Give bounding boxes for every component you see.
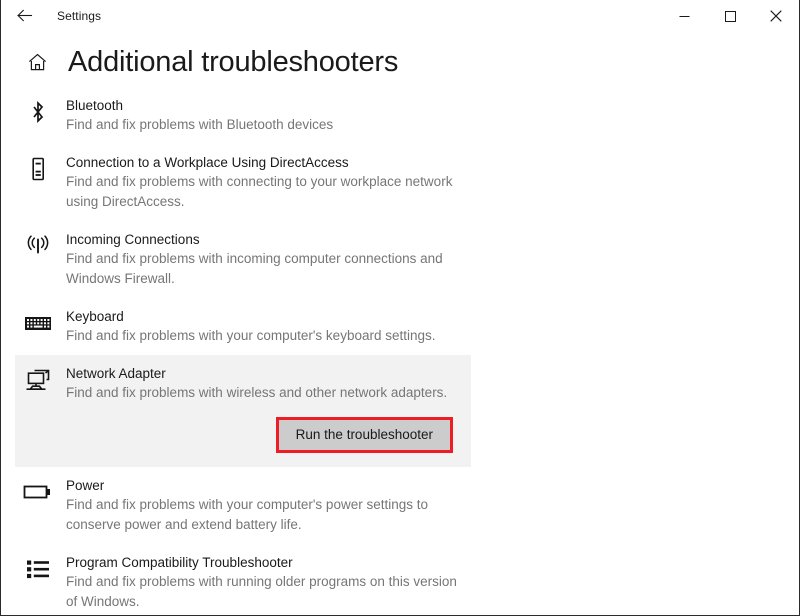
close-button[interactable] <box>753 0 799 32</box>
troubleshooter-text: Incoming Connections Find and fix proble… <box>66 230 461 289</box>
troubleshooter-description: Find and fix problems with connecting to… <box>66 174 453 209</box>
troubleshooter-name: Incoming Connections <box>66 232 200 247</box>
run-the-troubleshooter-button[interactable]: Run the troubleshooter <box>278 420 450 450</box>
title-bar: Settings <box>1 0 799 32</box>
troubleshooter-text: Bluetooth Find and fix problems with Blu… <box>66 96 461 135</box>
troubleshooter-description: Find and fix problems with your computer… <box>66 497 428 532</box>
minimize-icon <box>679 11 690 22</box>
troubleshooter-text: Program Compatibility Troubleshooter Fin… <box>66 553 461 612</box>
troubleshooter-text: Network Adapter Find and fix problems wi… <box>66 364 461 403</box>
program-compatibility-list-icon <box>23 554 53 584</box>
troubleshooter-name: Program Compatibility Troubleshooter <box>66 555 293 570</box>
network-adapter-icon <box>23 365 53 395</box>
troubleshooter-name: Bluetooth <box>66 98 124 113</box>
annotation-highlight-box: Run the troubleshooter <box>275 417 453 453</box>
troubleshooter-item-keyboard[interactable]: Keyboard Find and fix problems with your… <box>1 298 471 355</box>
troubleshooter-item-incoming-connections[interactable]: Incoming Connections Find and fix proble… <box>1 221 471 298</box>
troubleshooter-item-network-adapter[interactable]: Network Adapter Find and fix problems wi… <box>15 355 471 467</box>
troubleshooter-description: Find and fix problems with your computer… <box>66 328 436 343</box>
troubleshooter-description: Find and fix problems with running older… <box>66 574 457 609</box>
caption-controls <box>661 0 799 32</box>
troubleshooter-text: Power Find and fix problems with your co… <box>66 476 461 535</box>
troubleshooter-name: Power <box>66 478 105 493</box>
back-button[interactable] <box>1 0 47 32</box>
troubleshooter-text: Keyboard Find and fix problems with your… <box>66 307 461 346</box>
troubleshooter-item-bluetooth[interactable]: Bluetooth Find and fix problems with Blu… <box>1 87 471 144</box>
page-title: Additional troubleshooters <box>68 46 399 78</box>
troubleshooter-name: Connection to a Workplace Using DirectAc… <box>66 155 349 170</box>
page-header: Additional troubleshooters <box>1 32 799 87</box>
troubleshooter-description: Find and fix problems with incoming comp… <box>66 251 443 286</box>
troubleshooters-list: Bluetooth Find and fix problems with Blu… <box>1 87 799 615</box>
minimize-button[interactable] <box>661 0 707 32</box>
troubleshooter-item-directaccess[interactable]: Connection to a Workplace Using DirectAc… <box>1 144 471 221</box>
maximize-icon <box>724 10 736 22</box>
settings-window: Settings Additional troubleshooters Blue… <box>0 0 800 616</box>
directaccess-device-icon <box>23 154 53 184</box>
bluetooth-icon <box>23 97 53 127</box>
battery-power-icon <box>23 477 53 507</box>
troubleshooter-description: Find and fix problems with Bluetooth dev… <box>66 117 334 132</box>
troubleshooter-name: Keyboard <box>66 309 124 324</box>
troubleshooter-item-power[interactable]: Power Find and fix problems with your co… <box>1 467 471 544</box>
close-icon <box>770 10 782 22</box>
back-arrow-icon <box>16 7 33 24</box>
maximize-button[interactable] <box>707 0 753 32</box>
troubleshooter-item-program-compatibility[interactable]: Program Compatibility Troubleshooter Fin… <box>1 544 471 615</box>
keyboard-icon <box>23 308 53 338</box>
troubleshooter-description: Find and fix problems with wireless and … <box>66 385 448 400</box>
app-title: Settings <box>57 8 102 23</box>
troubleshooter-text: Connection to a Workplace Using DirectAc… <box>66 153 461 212</box>
run-troubleshooter-row: Run the troubleshooter <box>23 417 461 453</box>
troubleshooter-name: Network Adapter <box>66 366 166 381</box>
incoming-connections-antenna-icon <box>23 231 53 261</box>
home-icon[interactable] <box>23 49 51 77</box>
